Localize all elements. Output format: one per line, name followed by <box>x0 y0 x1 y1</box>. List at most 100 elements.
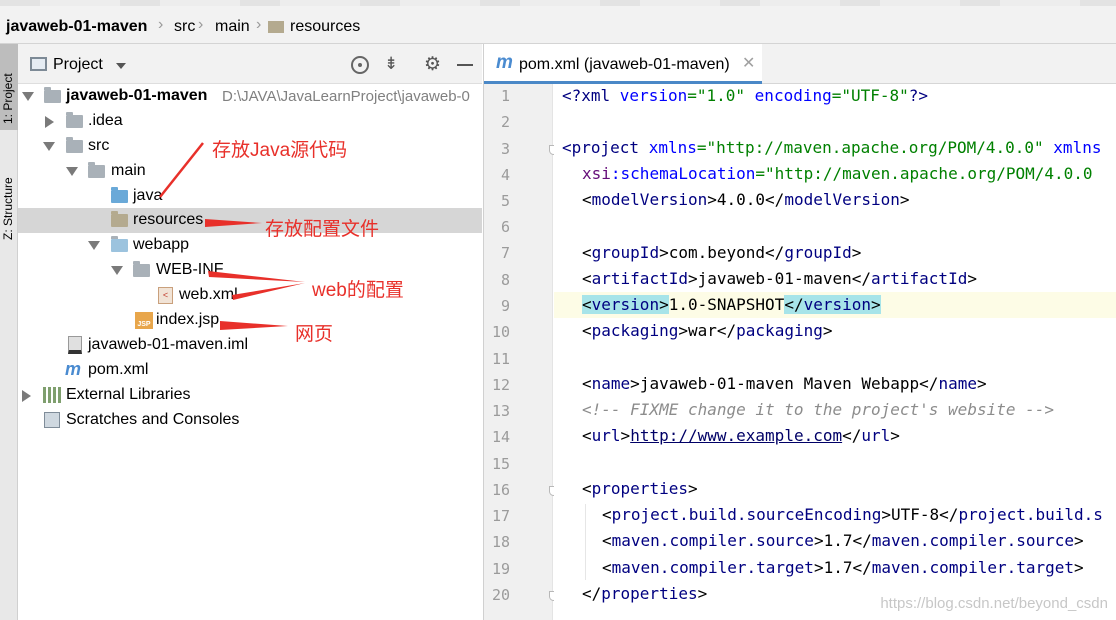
maven-icon: m <box>496 52 513 73</box>
source-folder-icon <box>111 187 128 203</box>
folder-icon <box>66 112 83 128</box>
jsp-file-icon: JSP <box>135 312 153 329</box>
tab-project-tool[interactable]: 1: Project <box>0 44 18 130</box>
tree-item-label: main <box>111 162 146 179</box>
tab-structure-tool[interactable]: Z: Structure <box>0 152 18 242</box>
line-number: 2 <box>500 113 510 131</box>
tree-item-root[interactable]: javaweb-01-maven D:\JAVA\JavaLearnProjec… <box>18 84 482 109</box>
tree-item-idea[interactable]: .idea <box>18 109 482 134</box>
line-number: 14 <box>491 428 510 446</box>
code-line-16: <properties> <box>582 479 698 498</box>
tree-item-label: webapp <box>133 236 190 253</box>
scratches-icon <box>44 412 60 428</box>
line-number: 3 <box>500 140 510 158</box>
project-view-icon <box>30 57 47 71</box>
chevron-down-icon[interactable] <box>111 266 123 275</box>
breadcrumb-main[interactable]: main <box>215 18 250 36</box>
chevron-down-icon[interactable] <box>66 167 78 176</box>
code-line-20: </properties> <box>582 584 708 603</box>
tree-item-label: Scratches and Consoles <box>66 411 240 428</box>
tree-item-label: pom.xml <box>88 361 149 378</box>
code-line-17: <project.build.sourceEncoding>UTF-8</pro… <box>602 505 1103 524</box>
code-line-19: <maven.compiler.target>1.7</maven.compil… <box>602 558 1084 577</box>
tree-item-label: src <box>88 137 110 154</box>
web-folder-icon <box>111 236 128 252</box>
code-line-7: <groupId>com.beyond</groupId> <box>582 243 862 262</box>
folder-icon <box>88 162 105 178</box>
line-number: 4 <box>500 166 510 184</box>
code-line-13: <!-- FIXME change it to the project's we… <box>582 400 1055 419</box>
tree-item-label: web.xml <box>179 286 238 303</box>
line-number: 18 <box>491 533 510 551</box>
line-number: 11 <box>491 350 510 368</box>
chevron-down-icon[interactable] <box>43 142 55 151</box>
line-number-gutter: 1 2 3 4 5 6 7 8 9 10 11 12 13 14 15 16 1… <box>483 84 553 620</box>
tree-item-label: WEB-INF <box>156 261 224 278</box>
gear-icon[interactable]: ⚙ <box>424 53 441 76</box>
xml-file-icon: < <box>158 287 173 304</box>
code-line-5: <modelVersion>4.0.0</modelVersion> <box>582 190 910 209</box>
folder-icon <box>133 261 150 277</box>
tree-item-iml[interactable]: javaweb-01-maven.iml <box>18 333 482 358</box>
tree-item-main[interactable]: main <box>18 159 482 184</box>
collapse-all-icon[interactable]: ⇟ <box>384 54 398 74</box>
resources-folder-icon <box>111 211 128 227</box>
chevron-right-icon[interactable] <box>22 390 31 402</box>
line-number: 9 <box>500 297 510 315</box>
tree-item-java[interactable]: java <box>18 184 482 209</box>
tree-item-external-libraries[interactable]: External Libraries <box>18 383 482 408</box>
module-folder-icon <box>44 87 61 103</box>
code-line-3: <project xmlns="http://maven.apache.org/… <box>562 138 1102 157</box>
library-icon <box>43 387 61 403</box>
line-number: 6 <box>500 218 510 236</box>
code-line-18: <maven.compiler.source>1.7</maven.compil… <box>602 531 1084 550</box>
code-line-14: <url>http://www.example.com</url> <box>582 426 900 445</box>
breadcrumb-src[interactable]: src <box>174 18 195 36</box>
chevron-down-icon[interactable] <box>88 241 100 250</box>
chevron-down-icon[interactable] <box>22 92 34 101</box>
tree-item-pom[interactable]: m pom.xml <box>18 358 482 383</box>
minimize-icon[interactable] <box>457 64 473 66</box>
tree-item-label: index.jsp <box>156 311 220 328</box>
code-line-8: <artifactId>javaweb-01-maven</artifactId… <box>582 269 977 288</box>
tool-window-strip: 1: Project Z: Structure <box>0 44 18 620</box>
line-number: 8 <box>500 271 510 289</box>
tab-pom-xml[interactable]: m pom.xml (javaweb-01-maven) ✕ <box>484 44 762 84</box>
code-line-10: <packaging>war</packaging> <box>582 321 833 340</box>
tree-item-label: External Libraries <box>66 386 191 403</box>
breadcrumb-separator-icon: › <box>158 16 164 33</box>
line-number: 7 <box>500 244 510 262</box>
line-number: 16 <box>491 481 510 499</box>
tree-item-label: java <box>133 187 163 204</box>
tree-item-path: D:\JAVA\JavaLearnProject\javaweb-0 <box>222 88 470 105</box>
code-line-12: <name>javaweb-01-maven Maven Webapp</nam… <box>582 374 987 393</box>
tree-item-webinf[interactable]: WEB-INF <box>18 258 482 283</box>
annotation-java-source: 存放Java源代码 <box>212 140 348 161</box>
line-number: 19 <box>491 560 510 578</box>
tab-label: pom.xml (javaweb-01-maven) <box>519 56 730 73</box>
chevron-right-icon[interactable] <box>45 116 54 128</box>
locate-icon-dot <box>358 63 362 67</box>
navigation-bar: javaweb-01-maven › src › main › resource… <box>0 0 1116 44</box>
indent-guide <box>585 504 586 580</box>
breadcrumb-project[interactable]: javaweb-01-maven <box>6 18 147 36</box>
tree-item-resources[interactable]: resources <box>18 208 482 233</box>
chevron-down-icon[interactable] <box>116 63 126 69</box>
project-view-dropdown[interactable]: Project <box>53 56 103 74</box>
line-number: 17 <box>491 507 510 525</box>
line-number: 1 <box>500 87 510 105</box>
tree-item-indexjsp[interactable]: JSP index.jsp <box>18 308 482 333</box>
close-icon[interactable]: ✕ <box>742 53 755 73</box>
tree-item-label: .idea <box>88 112 123 129</box>
tree-item-webapp[interactable]: webapp <box>18 233 482 258</box>
code-line-4: xsi:schemaLocation="http://maven.apache.… <box>582 164 1093 183</box>
window-top-edge <box>0 0 1116 6</box>
line-number: 20 <box>491 586 510 604</box>
tree-item-webxml[interactable]: < web.xml <box>18 283 482 308</box>
code-line-9: <version>1.0-SNAPSHOT</version> <box>582 295 881 314</box>
line-number: 5 <box>500 192 510 210</box>
breadcrumb-resources[interactable]: resources <box>290 18 360 36</box>
tree-item-scratches[interactable]: Scratches and Consoles <box>18 408 482 433</box>
breadcrumb-separator-icon: › <box>198 16 204 33</box>
code-editor[interactable]: <?xml version="1.0" encoding="UTF-8"?> <… <box>554 84 1116 620</box>
